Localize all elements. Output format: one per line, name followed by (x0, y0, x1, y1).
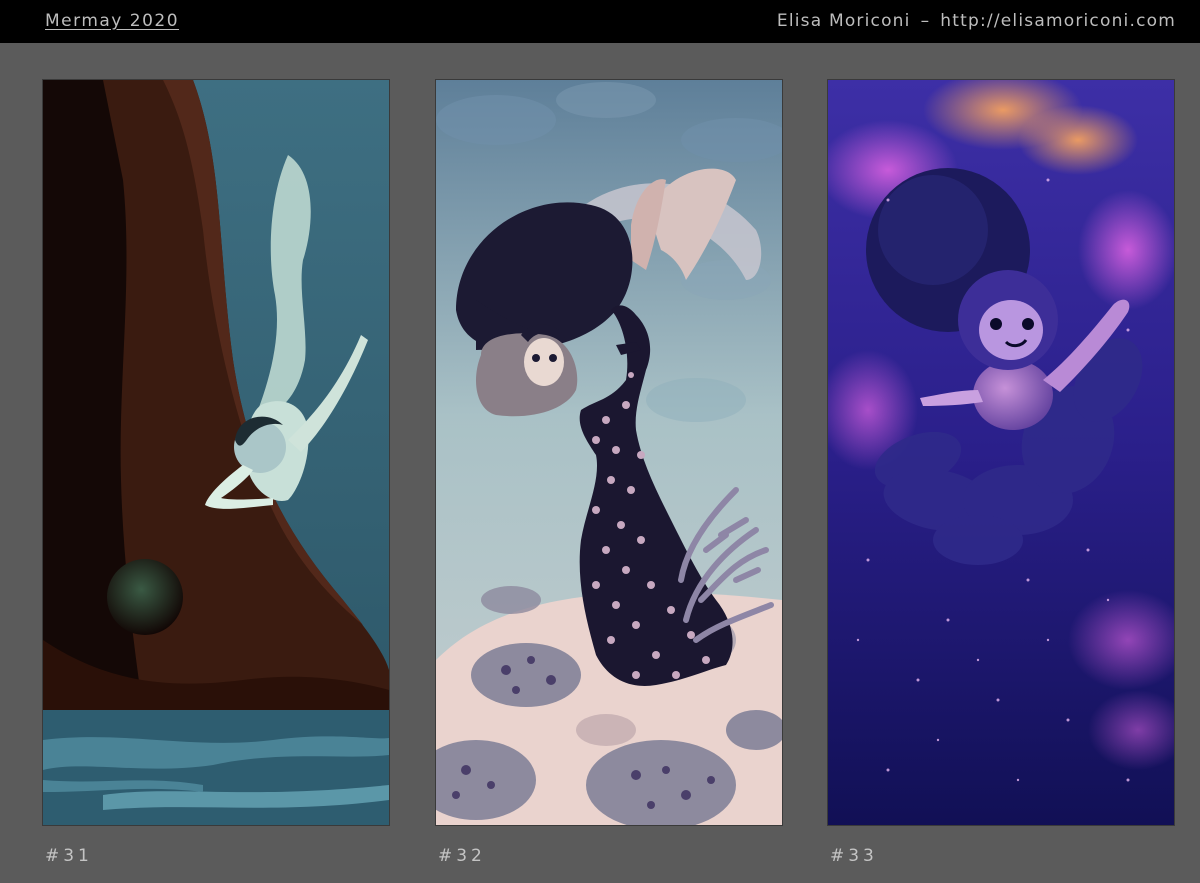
artwork-caption-32: #32 (438, 846, 486, 866)
author-credit: Elisa Moriconi – http://elisamoriconi.com (777, 11, 1176, 31)
artwork-32-illustration (436, 80, 782, 825)
artwork-panel-33[interactable] (828, 80, 1174, 825)
artwork-panel-32[interactable] (436, 80, 782, 825)
artwork-31-illustration (43, 80, 389, 825)
artwork-caption-33: #33 (830, 846, 878, 866)
author-url-link[interactable]: http://elisamoriconi.com (940, 11, 1176, 31)
page-title[interactable]: Mermay 2020 (45, 11, 179, 31)
artwork-caption-31: #31 (45, 846, 93, 866)
credit-separator: – (920, 11, 931, 31)
header-bar: Mermay 2020 Elisa Moriconi – http://elisam… (0, 0, 1200, 43)
artwork-panel-31[interactable] (43, 80, 389, 825)
artwork-33-illustration (828, 80, 1174, 825)
author-name: Elisa Moriconi (776, 11, 911, 31)
